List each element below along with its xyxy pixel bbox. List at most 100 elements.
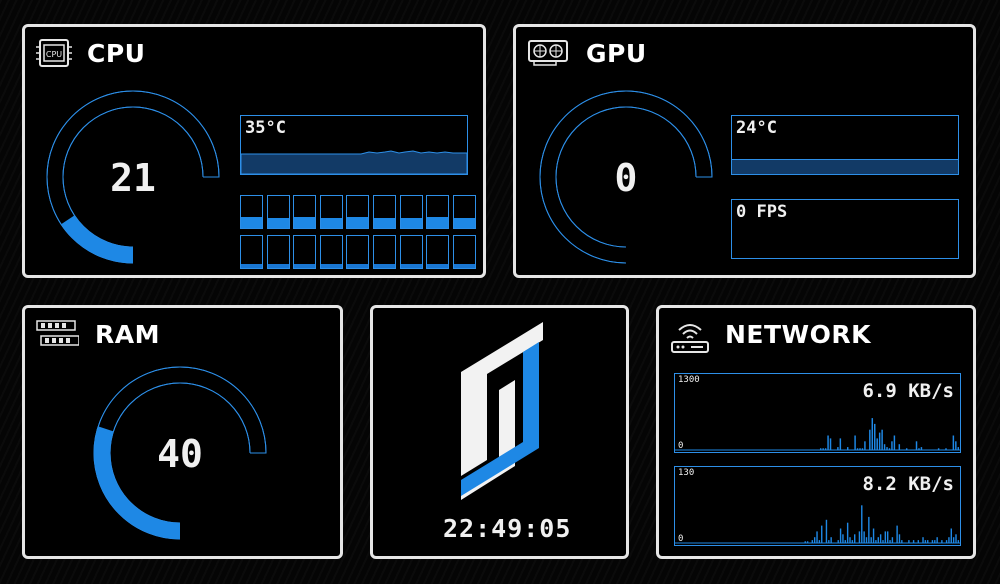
- graph-bar: [846, 522, 849, 543]
- graph-bar: [856, 448, 859, 450]
- network-download-graph: 1300 0 6.9 KB/s: [674, 373, 961, 453]
- graph-bar: [868, 516, 870, 543]
- cpu-core-cell: [399, 235, 423, 269]
- cpu-core-cell: [293, 235, 317, 269]
- graph-bar: [957, 447, 960, 450]
- graph-bar: [927, 540, 929, 543]
- cpu-core-load: [347, 216, 369, 228]
- graph-bar: [878, 432, 881, 450]
- graph-bar: [830, 537, 832, 543]
- graph-bar: [886, 447, 888, 450]
- graph-bar: [891, 537, 894, 543]
- graph-bar: [898, 444, 901, 450]
- graph-bar: [816, 531, 818, 543]
- cpu-temperature-line: [241, 150, 467, 174]
- gpu-fps-label: 0 FPS: [736, 202, 788, 222]
- graph-bar: [876, 438, 878, 450]
- wifi-router-icon: [669, 318, 711, 354]
- gpu-usage-value-layer: 0: [615, 156, 638, 200]
- network-upload-bars: [675, 505, 960, 544]
- cpu-usage-value: 21: [110, 156, 156, 200]
- graph-bar: [952, 537, 955, 543]
- cpu-core-load: [400, 218, 422, 228]
- memory-module-icon: [35, 318, 80, 350]
- graph-bar: [837, 540, 839, 543]
- cpu-usage-value-layer: 21: [110, 156, 156, 200]
- cpu-panel: CPU CPU 21 35°C: [22, 24, 486, 278]
- graph-bar: [905, 448, 908, 450]
- cpu-core-load: [347, 264, 369, 268]
- cpu-core-cell: [346, 195, 370, 229]
- graph-bar: [917, 540, 920, 543]
- cpu-core-cell: [266, 235, 290, 269]
- graph-bar: [920, 447, 923, 450]
- ram-title: RAM: [95, 320, 160, 349]
- graph-bar: [896, 525, 898, 543]
- graph-bar: [828, 540, 830, 543]
- graph-bar: [898, 534, 901, 543]
- cpu-core-load: [453, 264, 475, 268]
- graph-bar: [874, 423, 876, 450]
- graph-bar: [837, 447, 839, 450]
- graph-bar: [955, 534, 957, 543]
- cpu-core-cell: [452, 195, 476, 229]
- network-title: NETWORK: [725, 320, 872, 349]
- graph-bar: [818, 540, 821, 543]
- ram-usage-value-layer: 40: [157, 432, 203, 476]
- cpu-core-cell: [240, 195, 263, 229]
- graph-bar: [881, 429, 883, 450]
- graph-bar: [864, 441, 866, 450]
- graph-bar: [924, 540, 927, 543]
- cpu-core-cell: [452, 235, 476, 269]
- graph-bar: [901, 540, 903, 543]
- gpu-temperature-fill: [732, 159, 958, 174]
- cpu-core-cell: [319, 195, 343, 229]
- graph-bar: [893, 435, 896, 450]
- cpu-core-cell: [373, 195, 396, 229]
- cpu-core-load: [241, 264, 262, 268]
- graph-bar: [918, 448, 920, 450]
- graph-bar: [888, 448, 891, 450]
- graph-bar: [859, 448, 861, 450]
- graph-bar: [849, 537, 851, 543]
- gpu-fps-graph: 0 FPS: [731, 199, 959, 259]
- cpu-title: CPU: [87, 39, 146, 68]
- cpu-core-load: [374, 264, 395, 268]
- cpu-core-grid: [240, 195, 476, 271]
- graph-bar: [861, 448, 864, 450]
- graph-bar: [886, 531, 889, 543]
- graph-bar: [824, 448, 827, 450]
- graph-bar: [854, 435, 856, 450]
- graph-bar: [839, 438, 842, 450]
- cpu-core-load: [374, 218, 395, 228]
- cpu-core-load: [267, 264, 289, 268]
- graph-bar: [931, 540, 934, 543]
- graphics-card-icon: [526, 37, 570, 69]
- tj-logo-icon: [453, 320, 553, 500]
- graph-bar: [934, 540, 936, 543]
- graph-bar: [861, 505, 863, 543]
- cpu-core-load: [427, 264, 449, 268]
- cpu-core-cell: [319, 235, 343, 269]
- cpu-core-cell: [240, 235, 263, 269]
- logo-clock-panel: 22:49:05: [370, 305, 629, 559]
- gpu-usage-value: 0: [615, 156, 638, 200]
- cpu-core-load: [241, 216, 262, 228]
- graph-bar: [912, 540, 915, 543]
- cpu-core-load: [320, 264, 342, 268]
- cpu-core-load: [400, 264, 422, 268]
- graph-bar: [811, 540, 814, 543]
- graph-bar: [945, 448, 947, 450]
- graph-bar: [813, 537, 816, 543]
- graph-bar: [945, 540, 948, 543]
- network-upload-graph: 130 0 8.2 KB/s: [674, 466, 961, 546]
- graph-bar: [821, 525, 823, 543]
- network-download-bars: [675, 418, 960, 451]
- graph-bar: [937, 448, 940, 450]
- cpu-core-cell: [293, 195, 317, 229]
- graph-bar: [952, 435, 955, 450]
- network-panel: NETWORK 1300 0 6.9 KB/s 130 0 8.2 KB/s: [656, 305, 976, 559]
- cpu-core-load: [294, 264, 316, 268]
- graph-bar: [871, 418, 874, 450]
- graph-bar: [883, 444, 886, 450]
